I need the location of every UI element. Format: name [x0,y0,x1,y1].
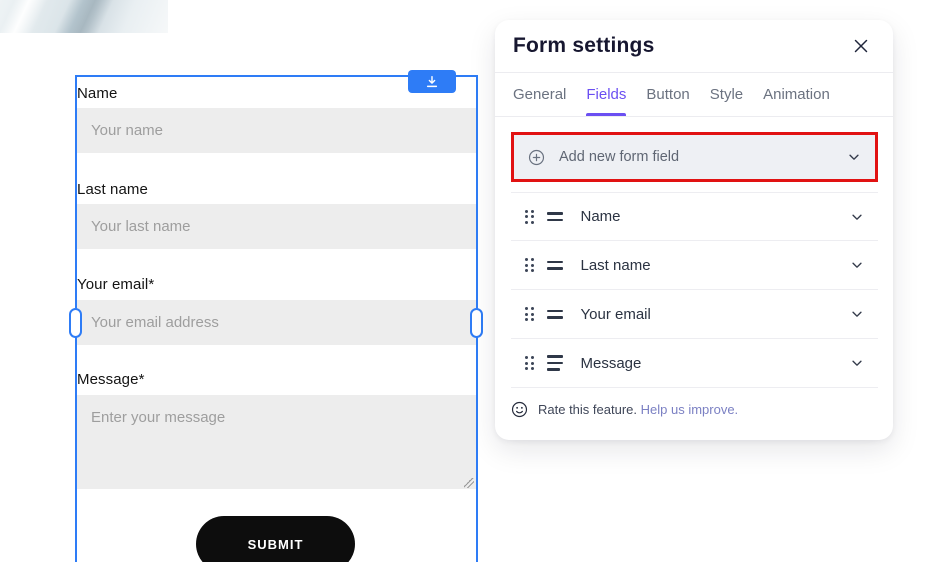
submit-button[interactable]: SUBMIT [196,516,355,562]
chevron-down-icon[interactable] [850,210,864,224]
rate-feature-text: Rate this feature. [538,402,637,417]
panel-tabs: General Fields Button Style Animation [495,73,893,117]
tab-animation[interactable]: Animation [763,73,830,116]
chevron-down-icon[interactable] [850,258,864,272]
add-new-form-field-button[interactable]: Add new form field [514,135,875,179]
panel-title: Form settings [513,34,655,57]
field-row-label: Your email [580,305,651,323]
short-text-icon [546,309,564,319]
download-icon [425,75,439,89]
plus-circle-icon [528,149,545,166]
form-settings-panel: Form settings General Fields Button Styl… [495,20,893,440]
red-annotation-box: Add new form field [511,132,878,182]
message-textarea[interactable] [77,395,476,489]
form-field-label: Your email* [77,276,155,293]
short-text-icon [546,260,564,270]
builder-canvas: Name Last name Your email* Message* SUBM… [0,0,950,562]
field-rows-list: Name Last name Your email Message [511,192,878,388]
drag-handle-icon[interactable] [525,209,534,224]
tab-button[interactable]: Button [646,73,689,116]
help-us-improve-link[interactable]: Help us improve. [641,402,739,417]
field-row-label: Name [580,208,621,225]
drag-handle-icon[interactable] [525,258,534,272]
field-row-last-name[interactable]: Last name [511,241,878,290]
form-field-label: Last name [77,181,148,198]
long-text-icon [546,355,564,371]
panel-header: Form settings [495,20,893,73]
tab-general[interactable]: General [513,73,566,116]
add-field-label: Add new form field [559,149,680,165]
chevron-down-icon [847,150,861,164]
resize-handle-left[interactable] [69,308,82,338]
tab-fields[interactable]: Fields [586,73,627,116]
field-row-message[interactable]: Message [511,339,878,388]
email-input[interactable] [77,300,476,345]
resize-handle-right[interactable] [470,308,483,338]
field-row-name[interactable]: Name [511,192,878,241]
close-icon [853,38,869,54]
short-text-icon [546,212,564,221]
download-button[interactable] [408,70,456,93]
field-row-your-email[interactable]: Your email [511,290,878,339]
tab-style[interactable]: Style [710,73,743,116]
hero-image-crop [0,0,168,33]
field-row-label: Message [580,354,642,372]
field-row-label: Last name [580,256,651,274]
name-input[interactable] [77,108,476,153]
close-button[interactable] [851,36,871,56]
drag-handle-icon[interactable] [525,307,534,321]
last-name-input[interactable] [77,204,476,249]
drag-handle-icon[interactable] [525,356,534,370]
smiley-icon [511,401,528,418]
chevron-down-icon[interactable] [850,356,864,370]
chevron-down-icon[interactable] [850,307,864,321]
panel-footer: Rate this feature. Help us improve. [495,388,893,431]
form-field-label: Message* [77,371,145,388]
